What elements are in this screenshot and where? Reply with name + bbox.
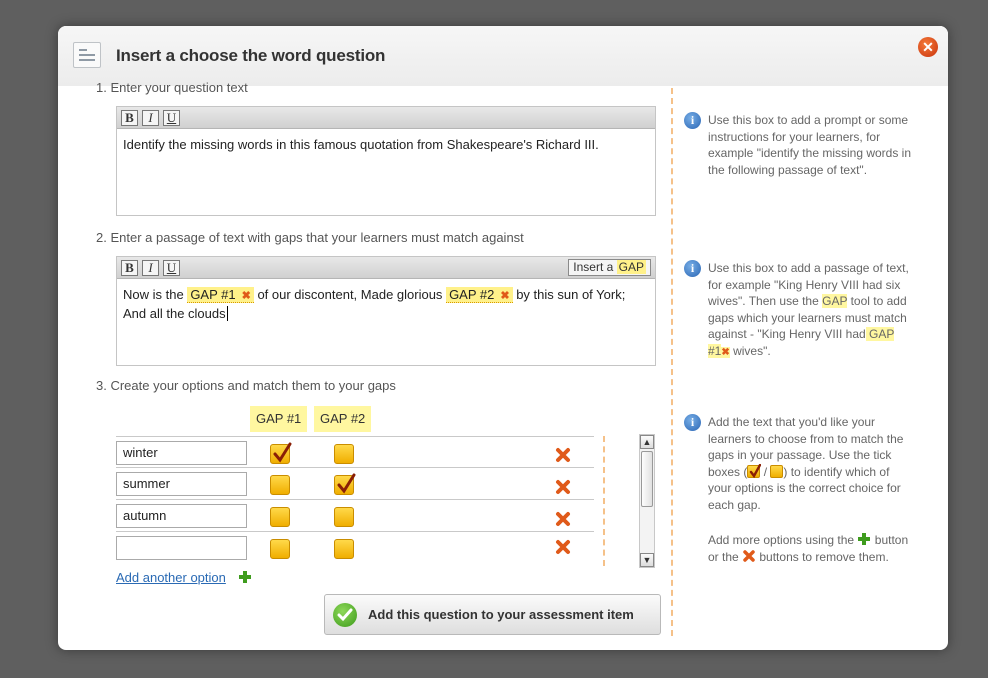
gap2-tickbox[interactable] bbox=[334, 444, 354, 464]
question-text[interactable]: Identify the missing words in this famou… bbox=[117, 129, 655, 161]
underline-button[interactable]: U bbox=[163, 260, 180, 276]
help-question: Use this box to add a prompt or some ins… bbox=[708, 113, 912, 177]
check-circle-icon bbox=[333, 603, 357, 627]
delete-option-icon[interactable] bbox=[555, 447, 571, 463]
italic-button[interactable]: I bbox=[142, 110, 159, 126]
gap1-tickbox[interactable] bbox=[270, 475, 290, 495]
delete-option-icon[interactable] bbox=[555, 479, 571, 495]
option-input[interactable]: autumn bbox=[116, 504, 247, 528]
option-input[interactable]: summer bbox=[116, 472, 247, 496]
delete-option-icon bbox=[743, 549, 755, 562]
options-scrollbar[interactable]: ▲ ▼ bbox=[639, 434, 655, 568]
passage-part2: of our discontent, Made glorious bbox=[253, 287, 447, 302]
gap1-header: GAP #1 bbox=[250, 406, 308, 432]
underline-button[interactable]: U bbox=[163, 110, 180, 126]
passage-toolbar: B I U Insert a GAP bbox=[117, 257, 655, 279]
question-dialog: Insert a choose the word question ✕ 1. E… bbox=[58, 26, 948, 650]
tickbox-icon bbox=[770, 464, 784, 478]
info-icon: i bbox=[684, 260, 701, 277]
add-plus-icon bbox=[858, 533, 871, 545]
column-divider bbox=[671, 88, 673, 636]
gap2-tickbox[interactable] bbox=[334, 539, 354, 559]
close-icon[interactable]: ✕ bbox=[918, 37, 938, 57]
gap-marker-1-label: GAP #1 bbox=[190, 287, 236, 302]
tickbox-icon bbox=[747, 463, 762, 478]
info-icon: i bbox=[684, 112, 701, 129]
add-question-button[interactable]: Add this question to your assessment ite… bbox=[324, 594, 661, 635]
passage-text[interactable]: Now is the GAP #1 ✖ of our discontent, Ma… bbox=[117, 279, 655, 330]
insert-gap-prefix: Insert a bbox=[573, 260, 614, 274]
option-input[interactable] bbox=[116, 536, 247, 560]
bold-button[interactable]: B bbox=[121, 260, 138, 276]
scroll-up-icon[interactable]: ▲ bbox=[640, 435, 654, 449]
check-icon bbox=[273, 442, 292, 463]
passage-editor[interactable]: B I U Insert a GAP Now is the GAP #1 ✖ of… bbox=[116, 256, 656, 366]
gap-marker-1[interactable]: GAP #1 ✖ bbox=[187, 287, 254, 303]
gap1-tickbox[interactable] bbox=[270, 539, 290, 559]
bold-button[interactable]: B bbox=[121, 110, 138, 126]
gap2-header: GAP #2 bbox=[314, 406, 372, 432]
add-question-label: Add this question to your assessment ite… bbox=[368, 607, 634, 622]
step1-label: 1. Enter your question text bbox=[96, 80, 248, 95]
add-plus-icon[interactable] bbox=[238, 570, 252, 584]
option-row bbox=[116, 532, 594, 564]
gap-marker-2-label: GAP #2 bbox=[449, 287, 495, 302]
question-editor[interactable]: B I U Identify the missing words in this… bbox=[116, 106, 656, 216]
question-toolbar: B I U bbox=[117, 107, 655, 129]
passage-part1: Now is the bbox=[123, 287, 188, 302]
italic-button[interactable]: I bbox=[142, 260, 159, 276]
step2-label: 2. Enter a passage of text with gaps tha… bbox=[96, 230, 524, 245]
dialog-title: Insert a choose the word question bbox=[116, 46, 386, 65]
check-icon bbox=[337, 473, 356, 494]
gap2-tickbox[interactable] bbox=[334, 473, 356, 495]
dialog-header: Insert a choose the word question ✕ bbox=[58, 26, 948, 86]
document-icon bbox=[73, 42, 101, 68]
scroll-down-icon[interactable]: ▼ bbox=[640, 553, 654, 567]
insert-gap-label: GAP bbox=[616, 260, 646, 274]
info-icon: i bbox=[684, 414, 701, 431]
option-input[interactable]: winter bbox=[116, 441, 247, 465]
help-passage: Use this box to add a passage of text, f… bbox=[708, 261, 909, 358]
delete-option-icon[interactable] bbox=[555, 511, 571, 527]
insert-gap-button[interactable]: Insert a GAP bbox=[568, 259, 651, 276]
add-option-link[interactable]: Add another option bbox=[116, 570, 226, 585]
help-options: Add the text that you'd like your learne… bbox=[708, 415, 904, 512]
help-add-remove: Add more options using the button or the… bbox=[708, 533, 909, 564]
remove-gap-icon[interactable]: ✖ bbox=[242, 290, 251, 302]
option-row: winter bbox=[116, 436, 594, 468]
scroll-thumb[interactable] bbox=[641, 451, 653, 507]
gap-marker-2[interactable]: GAP #2 ✖ bbox=[446, 287, 513, 303]
gap1-tickbox[interactable] bbox=[270, 442, 292, 464]
remove-gap-icon[interactable]: ✖ bbox=[500, 290, 509, 302]
option-row: summer bbox=[116, 468, 594, 500]
options-divider bbox=[603, 436, 605, 566]
gap2-tickbox[interactable] bbox=[334, 507, 354, 527]
delete-option-icon[interactable] bbox=[555, 539, 571, 555]
gap1-tickbox[interactable] bbox=[270, 507, 290, 527]
text-cursor bbox=[226, 306, 228, 321]
step3-label: 3. Create your options and match them to… bbox=[96, 378, 396, 393]
option-row: autumn bbox=[116, 500, 594, 532]
